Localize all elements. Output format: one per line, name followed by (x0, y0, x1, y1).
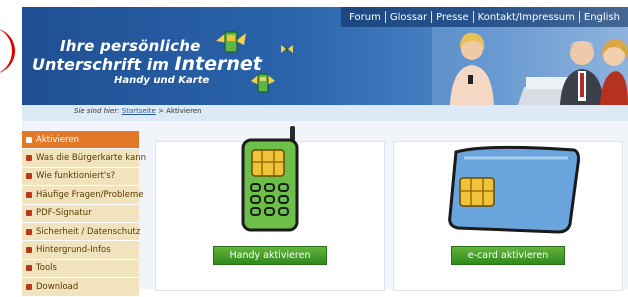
bullet-icon (26, 210, 32, 217)
sidebar-item-buergerkarte[interactable]: Was die Bürgerkarte kann (22, 149, 146, 168)
sidebar-item-aktivieren[interactable]: Aktivieren (22, 131, 139, 150)
sidebar-item-label: Tools (36, 263, 57, 274)
breadcrumb-home-link[interactable]: Startseite (122, 107, 156, 115)
sidebar-item-pdf-signatur[interactable]: PDF-Signatur (22, 204, 139, 223)
people-photo (432, 27, 628, 105)
breadcrumb-current: Aktivieren (166, 107, 202, 115)
nav-english[interactable]: English (580, 12, 624, 23)
sidebar-item-label: PDF-Signatur (36, 208, 92, 219)
ecard-chip-icon[interactable] (446, 144, 582, 234)
bullet-icon (26, 265, 32, 272)
sidebar-menu: Aktivieren Was die Bürgerkarte kann Wie … (22, 131, 146, 297)
nav-presse[interactable]: Presse (432, 12, 472, 23)
bullet-icon (26, 247, 32, 254)
tagline-unterschrift: Unterschrift (32, 55, 142, 74)
ecard-card: e-card aktivieren (393, 141, 623, 291)
sidebar-item-wie-funktionierts[interactable]: Wie funktioniert's? (22, 167, 139, 187)
breadcrumb-bar: Sie sind hier: Startseite > Aktivieren (22, 105, 628, 121)
bullet-icon (26, 155, 32, 162)
sidebar-item-hintergrund[interactable]: Hintergrund-Infos (22, 241, 139, 260)
sidebar-item-label: Hintergrund-Infos (36, 245, 111, 256)
bullet-icon (26, 228, 32, 235)
sidebar-item-label: Was die Bürgerkarte kann (36, 153, 147, 164)
bullet-icon (26, 191, 32, 198)
nav-glossar[interactable]: Glossar (386, 12, 431, 23)
red-annotation-mark (0, 28, 15, 74)
bullet-icon (26, 173, 32, 180)
handy-activate-button[interactable]: Handy aktivieren (213, 246, 327, 265)
sidebar-item-label: Sicherheit / Datenschutz (36, 226, 141, 237)
nav-forum[interactable]: Forum (345, 12, 385, 23)
sidebar-item-label: Wie funktioniert's? (36, 171, 116, 182)
mobile-phone-icon[interactable] (238, 126, 308, 234)
sidebar-item-faq[interactable]: Häufige Fragen/Probleme (22, 186, 144, 205)
breadcrumb: Sie sind hier: Startseite > Aktivieren (74, 107, 202, 115)
flying-card-icon (216, 31, 246, 53)
nav-kontakt-impressum[interactable]: Kontakt/Impressum (474, 12, 579, 23)
breadcrumb-separator: > (155, 107, 167, 115)
bullet-icon (26, 136, 32, 143)
sidebar-item-label: Aktivieren (36, 134, 79, 145)
handy-card: Handy aktivieren (155, 126, 385, 291)
top-navigation: Forum Glossar Presse Kontakt/Impressum E… (341, 7, 628, 27)
ecard-activate-button[interactable]: e-card aktivieren (451, 246, 565, 265)
sidebar-item-sicherheit[interactable]: Sicherheit / Datenschutz (22, 222, 141, 242)
sidebar-item-label: Download (36, 281, 79, 292)
flying-phone-icon (251, 73, 275, 93)
small-butterfly-icon (281, 45, 293, 53)
header-banner: Forum Glossar Presse Kontakt/Impressum E… (22, 7, 628, 105)
sidebar-item-tools[interactable]: Tools (22, 259, 139, 279)
sidebar-item-label: Häufige Fragen/Probleme (36, 189, 144, 200)
tagline-im: im (141, 55, 175, 74)
sidebar-item-download[interactable]: Download (22, 278, 139, 297)
tagline-line3: Handy und Karte (114, 75, 210, 86)
breadcrumb-prefix: Sie sind hier: (74, 107, 120, 115)
